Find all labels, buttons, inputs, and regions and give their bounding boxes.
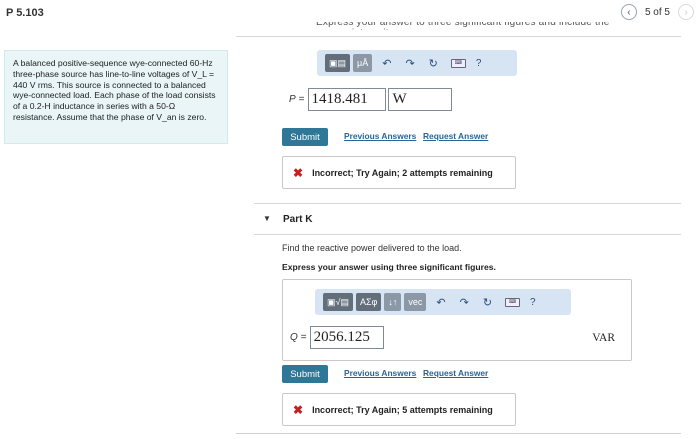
reset-icon[interactable]: ↻ — [483, 296, 492, 309]
error-x-icon: ✖ — [293, 165, 304, 180]
page-count: 5 of 5 — [644, 6, 670, 18]
help-button[interactable]: ? — [530, 297, 536, 308]
keyboard-icon[interactable]: ⌨ — [450, 58, 466, 68]
undo-icon[interactable]: ↶ — [436, 296, 445, 309]
units-button[interactable]: μÅ — [353, 54, 373, 72]
part-k-instruction: Express your answer using three signific… — [282, 262, 496, 272]
template-icon[interactable]: ▣√▤ — [323, 293, 353, 311]
keyboard-icon[interactable]: ⌨ — [505, 297, 521, 307]
part-k-header[interactable]: ▼ Part K — [254, 203, 681, 235]
part-j-feedback: ✖ Incorrect; Try Again; 2 attempts remai… — [282, 156, 516, 189]
part-k-math-toolbar: ▣√▤ ΑΣφ ↓↑ vec ↶ ↷ ↻ ⌨ ? — [315, 289, 571, 315]
subscript-button[interactable]: ↓↑ — [384, 293, 402, 311]
part-j-math-toolbar: ▣▤ μÅ ↶ ↷ ↻ ⌨ ? — [317, 50, 517, 76]
answer-variable: P — [289, 94, 296, 105]
part-j-feedback-text: Incorrect; Try Again; 2 attempts remaini… — [312, 167, 493, 178]
reset-icon[interactable]: ↻ — [429, 57, 438, 70]
vector-button[interactable]: vec — [404, 293, 427, 311]
template-icon[interactable]: ▣▤ — [325, 54, 351, 72]
cut-off-instruction: Express your answer to three significant… — [316, 22, 610, 30]
part-k-question: Find the reactive power delivered to the… — [282, 243, 462, 253]
divider — [236, 36, 681, 37]
part-k-request-answer-link[interactable]: Request Answer — [423, 368, 488, 378]
help-button[interactable]: ? — [476, 58, 482, 69]
part-j-request-answer-link[interactable]: Request Answer — [423, 131, 488, 141]
answer-variable: Q — [290, 332, 298, 343]
redo-icon[interactable]: ↷ — [405, 57, 414, 70]
part-k-submit-button[interactable]: Submit — [282, 365, 328, 383]
greek-button[interactable]: ΑΣφ — [355, 293, 382, 311]
error-x-icon: ✖ — [293, 402, 304, 417]
part-k-feedback-text: Incorrect; Try Again; 5 attempts remaini… — [312, 404, 493, 415]
part-k-unit-label: VAR — [592, 332, 615, 344]
part-k-value-input[interactable]: 2056.125 — [309, 326, 384, 349]
chevron-right-icon[interactable]: › — [678, 4, 694, 20]
part-j-submit-button[interactable]: Submit — [282, 128, 328, 146]
part-k-feedback: ✖ Incorrect; Try Again; 5 attempts remai… — [282, 393, 516, 426]
equals-sign: = — [300, 332, 307, 343]
part-k-answer-panel: ▣√▤ ΑΣφ ↓↑ vec ↶ ↷ ↻ ⌨ ? Q = 2056.125 VA… — [282, 279, 632, 361]
part-j-previous-answers-link[interactable]: Previous Answers — [344, 131, 416, 141]
part-j-answer-row: P = 1418.481 W — [289, 88, 452, 111]
chevron-left-icon[interactable]: ‹ — [620, 4, 637, 20]
part-k-title: Part K — [283, 214, 313, 225]
part-k-answer-row: Q = 2056.125 — [290, 326, 384, 349]
redo-icon[interactable]: ↷ — [460, 296, 469, 309]
part-j-value-input[interactable]: 1418.481 — [307, 88, 386, 111]
equals-sign: = — [298, 94, 305, 105]
caret-down-icon[interactable]: ▼ — [263, 214, 271, 223]
divider — [236, 433, 681, 434]
pager: ‹ 5 of 5 › — [620, 4, 694, 20]
part-j-unit-input[interactable]: W — [387, 88, 452, 111]
problem-statement: A balanced positive-sequence wye-connect… — [4, 50, 228, 144]
problem-id: P 5.103 — [6, 7, 44, 19]
part-k-previous-answers-link[interactable]: Previous Answers — [344, 368, 416, 378]
undo-icon[interactable]: ↶ — [382, 57, 391, 70]
